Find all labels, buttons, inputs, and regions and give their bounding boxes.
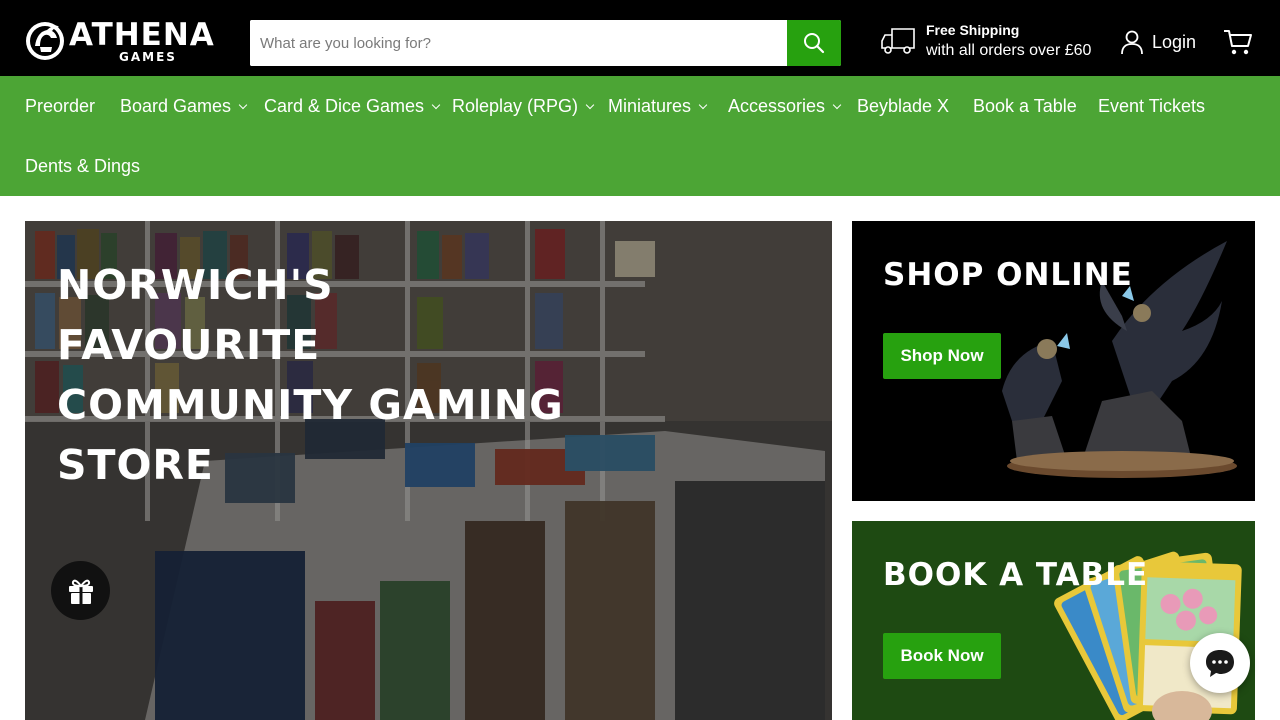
nav-label: Card & Dice Games [264,96,425,116]
search-button[interactable] [787,20,841,66]
shop-online-title: SHOP ONLINE [883,257,1133,293]
chevron-down-icon [585,100,595,110]
hero-heading: NORWICH'S FAVOURITE COMMUNITY GAMING STO… [57,255,577,495]
nav-item-miniatures[interactable]: Miniatures [608,96,708,117]
truck-icon [881,28,915,54]
hero-heading-line: COMMUNITY GAMING [57,381,564,429]
logo-wordmark: ATHENA [69,17,215,53]
nav-label: Roleplay (RPG) [452,96,579,116]
book-now-button[interactable]: Book Now [883,633,1001,679]
hero-banner[interactable]: NORWICH'S FAVOURITE COMMUNITY GAMING STO… [25,221,832,720]
shipping-subtitle: with all orders over £60 [926,42,1092,59]
search-input[interactable] [250,20,787,66]
chat-button[interactable] [1190,633,1250,693]
nav-label: Book a Table [973,96,1077,116]
nav-label: Beyblade X [857,96,950,116]
nav-item-card-dice-games[interactable]: Card & Dice Games [264,96,441,117]
main-navigation: Preorder Board Games Card & Dice Games R… [0,76,1280,196]
book-a-table-title: BOOK A TABLE [883,557,1149,593]
hero-heading-line: STORE [57,441,214,489]
chevron-down-icon [698,100,708,110]
hero-heading-line: FAVOURITE [57,321,321,369]
nav-item-board-games[interactable]: Board Games [120,96,248,117]
nav-item-accessories[interactable]: Accessories [728,96,842,117]
shop-online-panel[interactable]: SHOP ONLINE Shop Now [852,221,1255,501]
nav-item-event-tickets[interactable]: Event Tickets [1098,96,1205,117]
chevron-down-icon [238,100,248,110]
login-label: Login [1152,31,1197,52]
trading-cards-image [852,521,1255,720]
shipping-title: Free Shipping [926,22,1020,38]
nav-item-dents-dings[interactable]: Dents & Dings [25,156,140,177]
chevron-down-icon [832,100,842,110]
nav-item-beyblade-x[interactable]: Beyblade X [857,96,949,117]
shop-now-button[interactable]: Shop Now [883,333,1001,379]
search-icon [804,33,825,54]
logo-subtext: GAMES [119,50,177,64]
nav-label: Preorder [25,96,96,116]
hero-heading-line: NORWICH'S [57,261,334,309]
rewards-button[interactable] [51,561,110,620]
top-header: ATHENA GAMES Free Shipping with all orde… [0,0,1280,76]
gift-icon [68,579,93,604]
cart-button[interactable] [1223,28,1253,56]
nav-item-book-a-table[interactable]: Book a Table [973,96,1077,117]
nav-label: Board Games [120,96,232,116]
login-link[interactable]: Login [1120,28,1196,56]
search-bar [250,20,841,66]
nav-item-roleplay[interactable]: Roleplay (RPG) [452,96,595,117]
book-a-table-panel[interactable]: BOOK A TABLE Book Now [852,521,1255,720]
chevron-down-icon [431,100,441,110]
nav-item-preorder[interactable]: Preorder [25,96,95,117]
nav-label: Event Tickets [1098,96,1206,116]
nav-label: Miniatures [608,96,692,116]
nav-label: Dents & Dings [25,156,141,176]
nav-label: Accessories [728,96,826,116]
chat-icon [1206,650,1234,677]
cart-icon [1224,30,1252,55]
athena-helmet-icon [26,22,64,60]
athena-games-logo[interactable]: ATHENA GAMES [25,18,225,66]
user-icon [1121,30,1143,55]
